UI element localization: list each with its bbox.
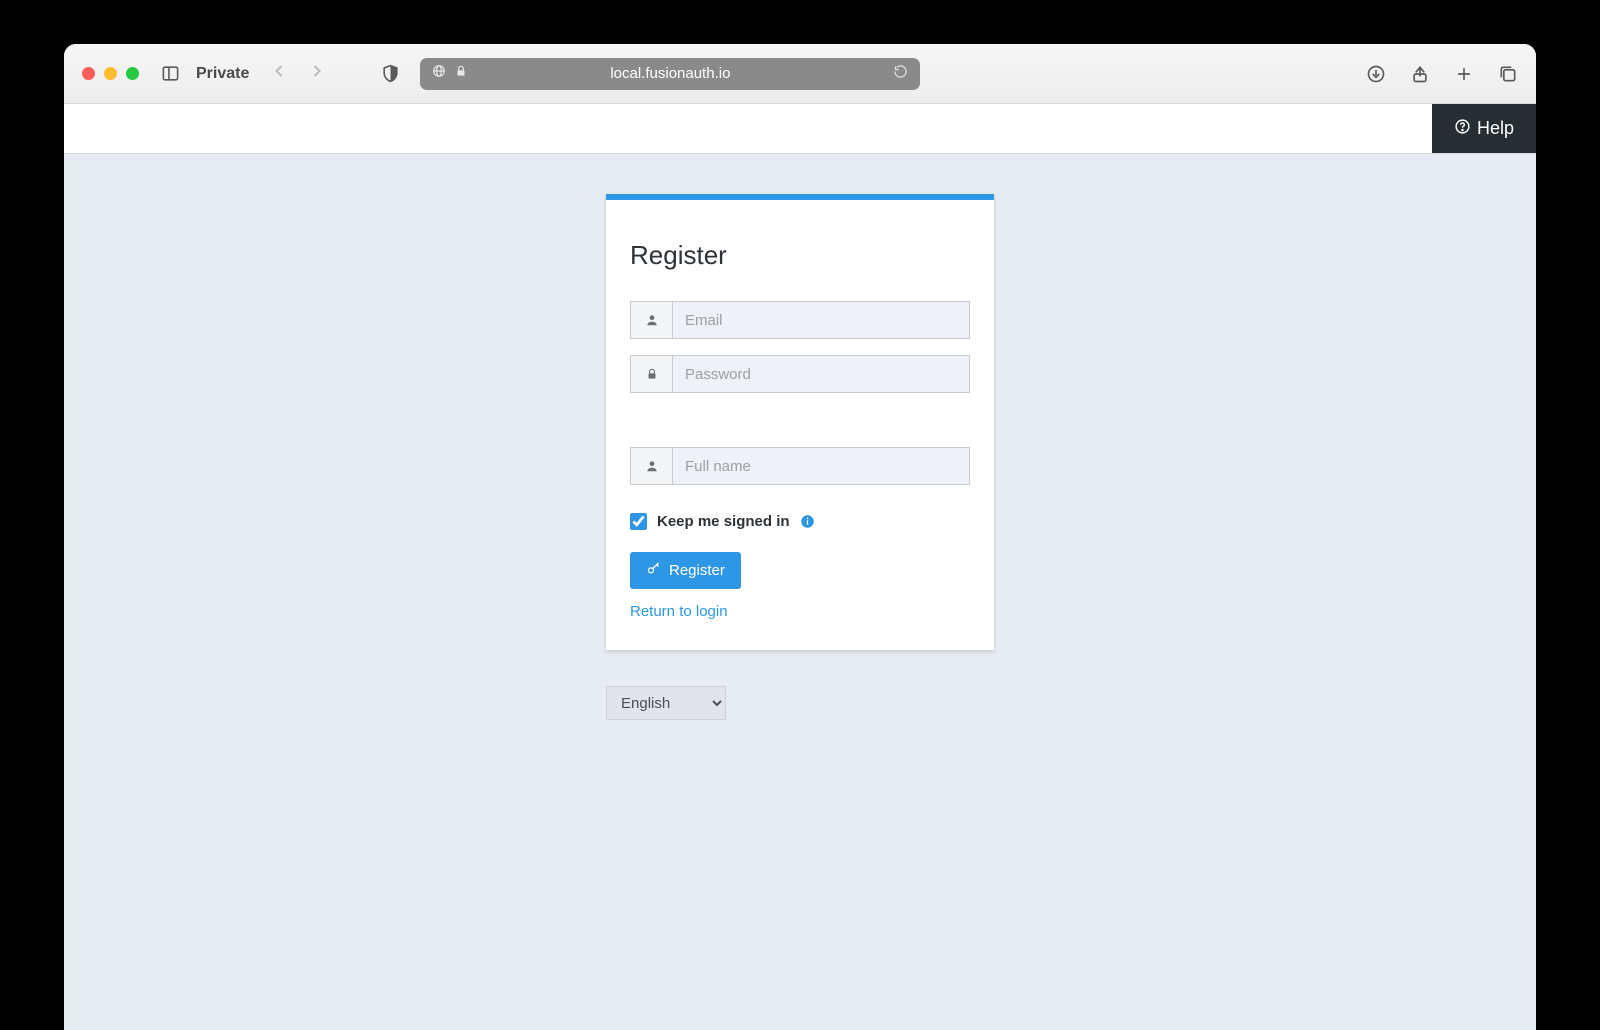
keep-signed-in-row: Keep me signed in [630, 513, 970, 530]
lock-icon [631, 356, 673, 392]
back-button[interactable] [269, 61, 289, 86]
forward-button[interactable] [307, 61, 327, 86]
private-mode-label: Private [196, 65, 249, 83]
key-icon [646, 561, 661, 580]
tabs-overview-icon[interactable] [1498, 64, 1518, 84]
password-field[interactable] [673, 356, 969, 392]
nav-arrows [269, 61, 327, 86]
browser-window: Private local.fusionauth.io [64, 44, 1536, 1030]
password-input-group [630, 355, 970, 393]
content-area: Register [64, 154, 1536, 1030]
user-icon [631, 448, 673, 484]
fullname-input-group [630, 447, 970, 485]
register-title: Register [630, 240, 970, 271]
help-icon [1454, 118, 1471, 140]
minimize-window-icon[interactable] [104, 67, 117, 80]
language-select[interactable]: English [606, 686, 726, 720]
page-body: Help Register [64, 104, 1536, 1030]
keep-signed-in-label: Keep me signed in [657, 513, 790, 530]
help-button[interactable]: Help [1432, 104, 1536, 153]
register-button-label: Register [669, 562, 725, 579]
reload-icon[interactable] [893, 64, 908, 84]
url-text: local.fusionauth.io [610, 65, 730, 82]
return-to-login-link[interactable]: Return to login [630, 603, 970, 620]
email-input-group [630, 301, 970, 339]
fullname-field[interactable] [673, 448, 969, 484]
lock-icon [454, 64, 468, 83]
toolbar-right-icons [1366, 64, 1518, 84]
site-settings-icon[interactable] [432, 64, 446, 83]
app-top-bar: Help [64, 104, 1536, 154]
window-controls [82, 67, 139, 80]
email-field[interactable] [673, 302, 969, 338]
language-select-wrapper: English [606, 686, 726, 720]
new-tab-icon[interactable] [1454, 64, 1474, 84]
close-window-icon[interactable] [82, 67, 95, 80]
browser-toolbar: Private local.fusionauth.io [64, 44, 1536, 104]
user-icon [631, 302, 673, 338]
privacy-shield-icon[interactable] [381, 64, 400, 83]
share-icon[interactable] [1410, 64, 1430, 84]
register-button[interactable]: Register [630, 552, 741, 589]
maximize-window-icon[interactable] [126, 67, 139, 80]
downloads-icon[interactable] [1366, 64, 1386, 84]
url-bar[interactable]: local.fusionauth.io [420, 58, 920, 90]
sidebar-toggle-icon[interactable] [161, 64, 180, 83]
help-label: Help [1477, 118, 1514, 139]
info-icon[interactable] [800, 514, 815, 529]
keep-signed-in-checkbox[interactable] [630, 513, 647, 530]
register-card: Register [606, 194, 994, 650]
